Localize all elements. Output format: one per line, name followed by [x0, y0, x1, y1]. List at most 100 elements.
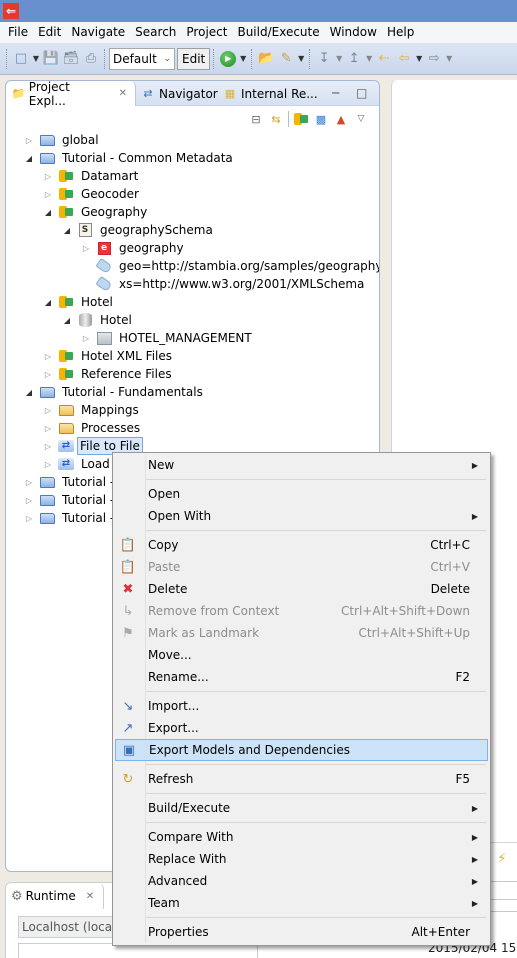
tree-item[interactable]: ◢ Hotel: [61, 311, 136, 329]
tree-item[interactable]: ▷ HOTEL_MANAGEMENT: [80, 329, 256, 347]
tree-item[interactable]: ◢ Geography: [42, 203, 151, 221]
tree-item[interactable]: ◢ Tutorial - Common Metadata: [23, 149, 237, 167]
tree-item[interactable]: ▷ global: [23, 131, 103, 149]
run-button[interactable]: ▶: [218, 49, 238, 69]
save-icon[interactable]: 💾: [41, 49, 61, 69]
tree-item[interactable]: ▷ Datamart: [42, 167, 142, 185]
menu-item-new[interactable]: New ▶: [115, 454, 488, 476]
collapsed-twisty-icon[interactable]: ▷: [42, 406, 54, 415]
menu-edit[interactable]: Edit: [33, 22, 66, 43]
tree-item[interactable]: ▷ Geocoder: [42, 185, 143, 203]
collapsed-twisty-icon[interactable]: ▷: [80, 244, 92, 253]
session-search-icon[interactable]: ⚡: [497, 851, 507, 867]
link-with-editor-icon[interactable]: ⇆: [268, 111, 284, 127]
menu-window[interactable]: Window: [325, 22, 382, 43]
collapsed-twisty-icon[interactable]: ▷: [80, 334, 92, 343]
prev-annotation-dropdown-icon[interactable]: ▼: [364, 54, 374, 63]
menu-item-mark-as-landmark[interactable]: ⚑ Mark as Landmark Ctrl+Alt+Shift+Up: [115, 622, 488, 644]
tab-navigator[interactable]: ⇄ Navigator: [140, 81, 217, 106]
collapsed-twisty-icon[interactable]: ▷: [42, 190, 54, 199]
expanded-twisty-icon[interactable]: ◢: [23, 388, 35, 397]
new-icon[interactable]: □: [11, 49, 31, 69]
new-dropdown-icon[interactable]: ▼: [31, 54, 41, 63]
forward-icon[interactable]: ⇨: [424, 49, 444, 69]
menu-navigate[interactable]: Navigate: [66, 22, 130, 43]
collapsed-twisty-icon[interactable]: ▷: [23, 496, 35, 505]
tab-internal-resources[interactable]: ▦ Internal Re...: [222, 81, 318, 106]
menu-item-paste[interactable]: 📋 Paste Ctrl+V: [115, 556, 488, 578]
expanded-twisty-icon[interactable]: ◢: [42, 208, 54, 217]
expanded-twisty-icon[interactable]: ◢: [61, 226, 73, 235]
menu-item-team[interactable]: Team ▶: [115, 892, 488, 914]
collapsed-twisty-icon[interactable]: ▷: [42, 172, 54, 181]
menu-search[interactable]: Search: [130, 22, 181, 43]
menu-item-remove-from-context[interactable]: ↳ Remove from Context Ctrl+Alt+Shift+Down: [115, 600, 488, 622]
collapsed-twisty-icon[interactable]: ▷: [42, 460, 54, 469]
tree-item[interactable]: ◢ Hotel: [42, 293, 117, 311]
open-folder-icon[interactable]: 📂: [256, 49, 276, 69]
menu-item-build-execute[interactable]: Build/Execute ▶: [115, 797, 488, 819]
edit-button[interactable]: Edit: [177, 47, 211, 70]
close-icon[interactable]: ✕: [86, 891, 94, 902]
tree-item[interactable]: ▷ Mappings: [42, 401, 143, 419]
brush-dropdown-icon[interactable]: ▼: [296, 54, 306, 63]
menu-help[interactable]: Help: [382, 22, 419, 43]
tree-item[interactable]: ◢ SgeographySchema: [61, 221, 217, 239]
collapsed-twisty-icon[interactable]: ▷: [42, 442, 54, 451]
next-annotation-icon[interactable]: ↧: [314, 49, 334, 69]
menu-item-copy[interactable]: 📋 Copy Ctrl+C: [115, 534, 488, 556]
maximize-icon[interactable]: □: [356, 86, 367, 100]
metadata-icon[interactable]: [293, 111, 309, 127]
tree-item[interactable]: ▷ Hotel XML Files: [42, 347, 176, 365]
menu-item-open[interactable]: Open: [115, 483, 488, 505]
collapsed-twisty-icon[interactable]: ▷: [42, 370, 54, 379]
tree-item[interactable]: geo=http://stambia.org/samples/geography: [80, 257, 379, 275]
menu-item-replace-with[interactable]: Replace With ▶: [115, 848, 488, 870]
menu-item-rename[interactable]: Rename... F2: [115, 666, 488, 688]
brush-icon[interactable]: ✎: [276, 49, 296, 69]
menu-item-properties[interactable]: Properties Alt+Enter: [115, 921, 488, 943]
menu-build-execute[interactable]: Build/Execute: [232, 22, 324, 43]
close-icon[interactable]: ✕: [119, 88, 127, 99]
tree-item[interactable]: ▷ Reference Files: [42, 365, 176, 383]
menu-item-refresh[interactable]: ↻ Refresh F5: [115, 768, 488, 790]
tree-item[interactable]: ▷ Tutorial - I: [23, 473, 126, 491]
prev-annotation-icon[interactable]: ↥: [344, 49, 364, 69]
menu-item-advanced[interactable]: Advanced ▶: [115, 870, 488, 892]
minimize-icon[interactable]: ─: [332, 86, 339, 100]
save-all-icon[interactable]: 🗃: [61, 49, 81, 69]
back-dropdown-icon[interactable]: ▼: [414, 54, 424, 63]
menu-item-import[interactable]: ↘ Import...: [115, 695, 488, 717]
tree-item[interactable]: ▷ Processes: [42, 419, 144, 437]
menu-item-move[interactable]: Move...: [115, 644, 488, 666]
mapping-view-icon[interactable]: ▩: [313, 111, 329, 127]
expanded-twisty-icon[interactable]: ◢: [42, 298, 54, 307]
menu-item-export-models-and-dependencies[interactable]: ▣ Export Models and Dependencies: [115, 739, 488, 761]
next-annotation-dropdown-icon[interactable]: ▼: [334, 54, 344, 63]
collapse-all-icon[interactable]: ⊟: [248, 111, 264, 127]
collapsed-twisty-icon[interactable]: ▷: [42, 352, 54, 361]
collapsed-twisty-icon[interactable]: ▷: [23, 514, 35, 523]
collapsed-twisty-icon[interactable]: ▷: [42, 424, 54, 433]
perspective-select[interactable]: Default ⌄: [109, 47, 175, 70]
view-menu-icon[interactable]: ▽: [353, 111, 369, 127]
menu-item-export[interactable]: ↗ Export...: [115, 717, 488, 739]
collapsed-twisty-icon[interactable]: ▷: [23, 478, 35, 487]
expanded-twisty-icon[interactable]: ◢: [23, 154, 35, 163]
last-edit-icon[interactable]: ⇠: [374, 49, 394, 69]
expanded-twisty-icon[interactable]: ◢: [61, 316, 73, 325]
menu-project[interactable]: Project: [181, 22, 232, 43]
menu-file[interactable]: File: [3, 22, 33, 43]
tree-item[interactable]: ◢ Tutorial - Fundamentals: [23, 383, 207, 401]
forward-dropdown-icon[interactable]: ▼: [444, 54, 454, 63]
collapsed-twisty-icon[interactable]: ▷: [23, 136, 35, 145]
hierarchy-icon[interactable]: ▲: [333, 111, 349, 127]
back-icon[interactable]: ⇦: [394, 49, 414, 69]
run-dropdown-icon[interactable]: ▼: [238, 54, 248, 63]
tab-runtime[interactable]: ⚙ Runtime ✕: [6, 883, 104, 909]
menu-item-open-with[interactable]: Open With ▶: [115, 505, 488, 527]
tab-project-explorer[interactable]: 📁 Project Expl... ✕: [6, 81, 136, 108]
print-icon[interactable]: ⎙: [81, 49, 101, 69]
menu-item-delete[interactable]: ✖ Delete Delete: [115, 578, 488, 600]
tree-item[interactable]: ▷ e geography: [80, 239, 188, 257]
